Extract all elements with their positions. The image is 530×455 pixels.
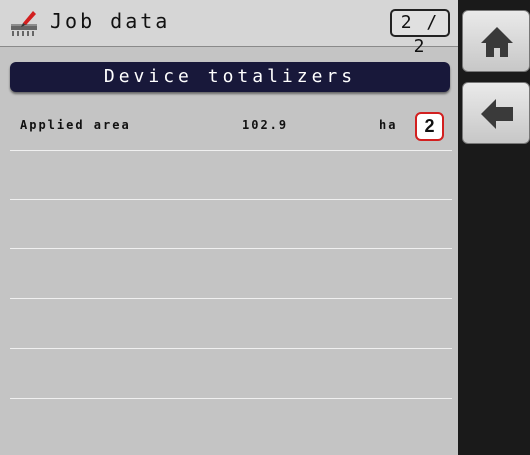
callout-badge: 2 (415, 112, 444, 141)
table-row-empty (10, 250, 452, 299)
title-bar: Job data 2 / 2 (0, 0, 458, 57)
table-row-empty (10, 151, 452, 200)
row-unit: ha (379, 118, 398, 132)
page-title: Job data (50, 9, 171, 33)
row-value: 102.9 (242, 118, 289, 132)
sidebar (458, 0, 530, 455)
page-indicator: 2 / 2 (390, 9, 450, 57)
main-screen: Job data 2 / 2 Device totalizers Applied… (0, 0, 458, 455)
home-button[interactable] (462, 10, 530, 72)
table-row[interactable]: Applied area 102.9 ha 2 (10, 102, 452, 151)
table-row-empty (10, 300, 452, 349)
table-row-empty (10, 400, 452, 449)
section-header: Device totalizers (10, 62, 450, 92)
table-row-empty (10, 350, 452, 399)
row-label: Applied area (20, 118, 131, 132)
back-button[interactable] (462, 82, 530, 144)
sprayer-edit-icon (9, 8, 39, 38)
table-row-empty (10, 200, 452, 249)
